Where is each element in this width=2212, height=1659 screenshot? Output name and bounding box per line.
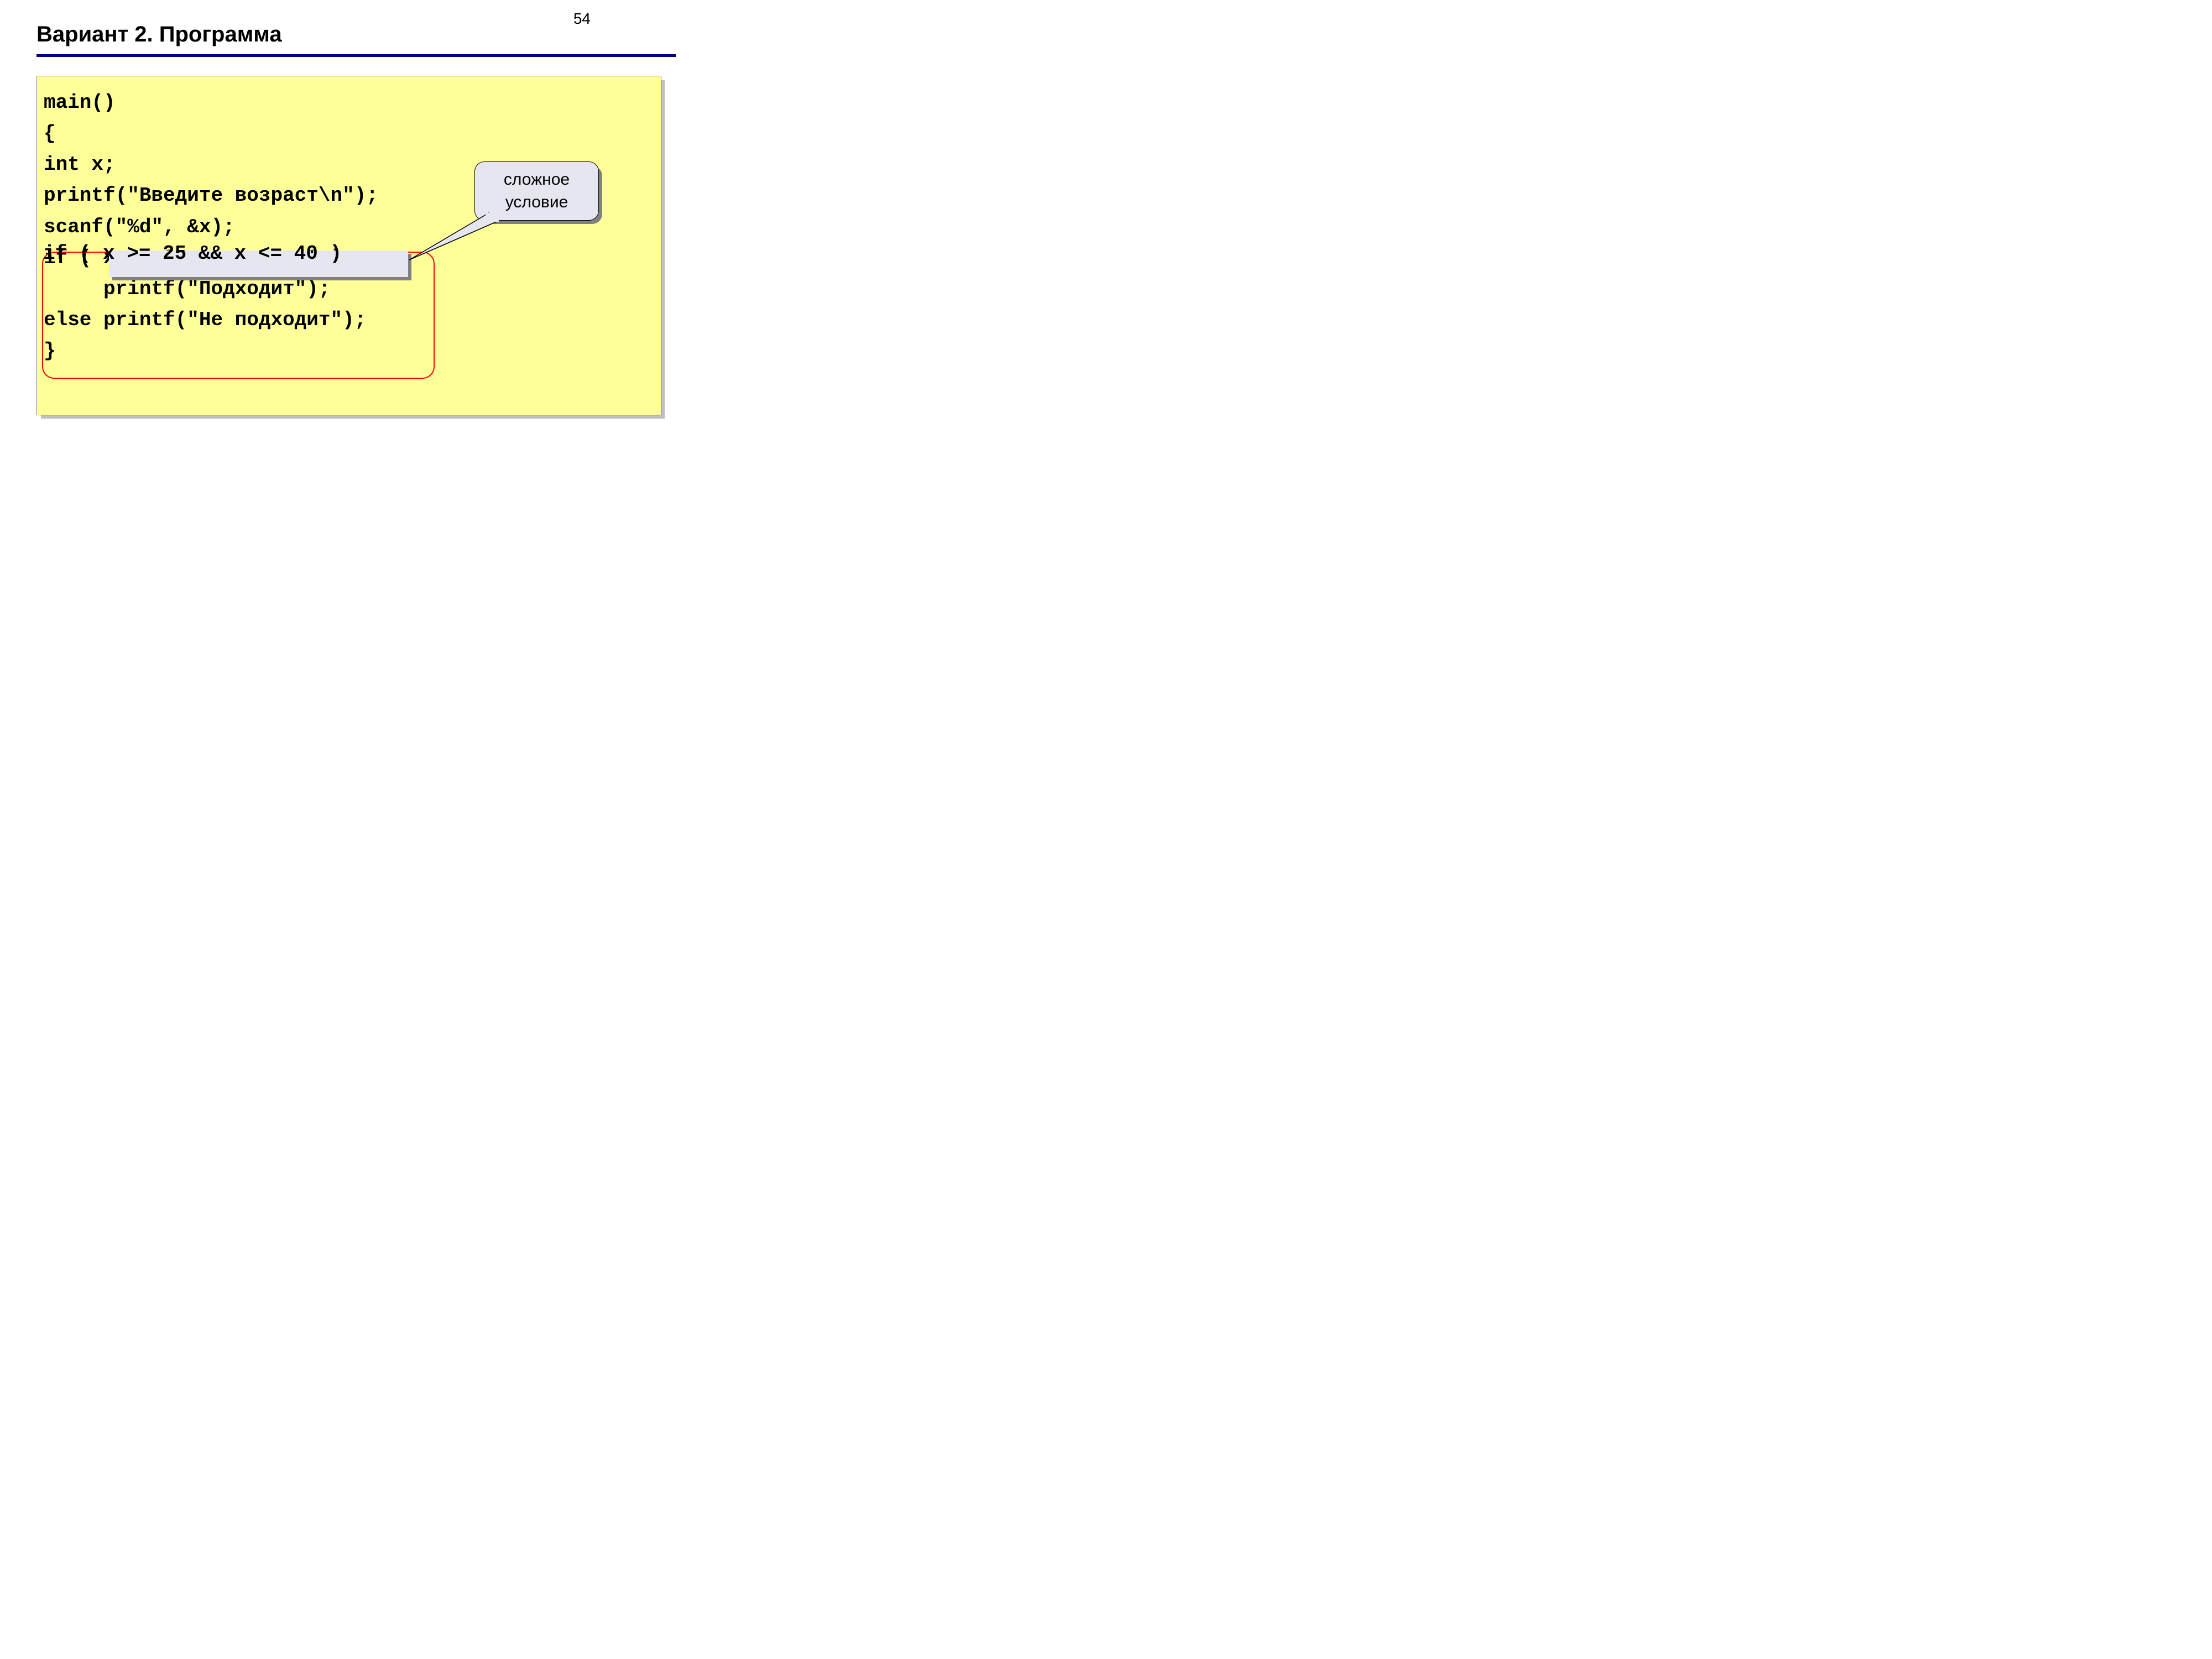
- callout-line: сложное: [504, 169, 570, 191]
- code-line: {: [44, 122, 56, 145]
- code-line: printf("Подходит");: [44, 278, 330, 300]
- callout-line: условие: [505, 191, 568, 214]
- condition-text-overlay: if ( x >= 25 && x <= 40 ): [43, 242, 342, 265]
- title-underline: [36, 54, 676, 57]
- callout-box: сложное условие: [474, 161, 599, 221]
- code-line: main(): [44, 91, 116, 114]
- page-number: 54: [573, 10, 591, 28]
- code-line: printf("Введите возраст\n");: [44, 184, 378, 207]
- callout-tail-mask: [486, 213, 499, 222]
- code-line: else printf("Не подходит");: [44, 309, 366, 331]
- code-listing: main() { int x; printf("Введите возраст\…: [44, 87, 378, 367]
- slide-title: Вариант 2. Программа: [36, 22, 282, 47]
- code-line: int x;: [44, 153, 116, 176]
- slide: 54 Вариант 2. Программа main() { int x; …: [0, 0, 708, 531]
- code-line: }: [44, 340, 56, 362]
- code-line: scanf("%d", &x);: [44, 216, 235, 238]
